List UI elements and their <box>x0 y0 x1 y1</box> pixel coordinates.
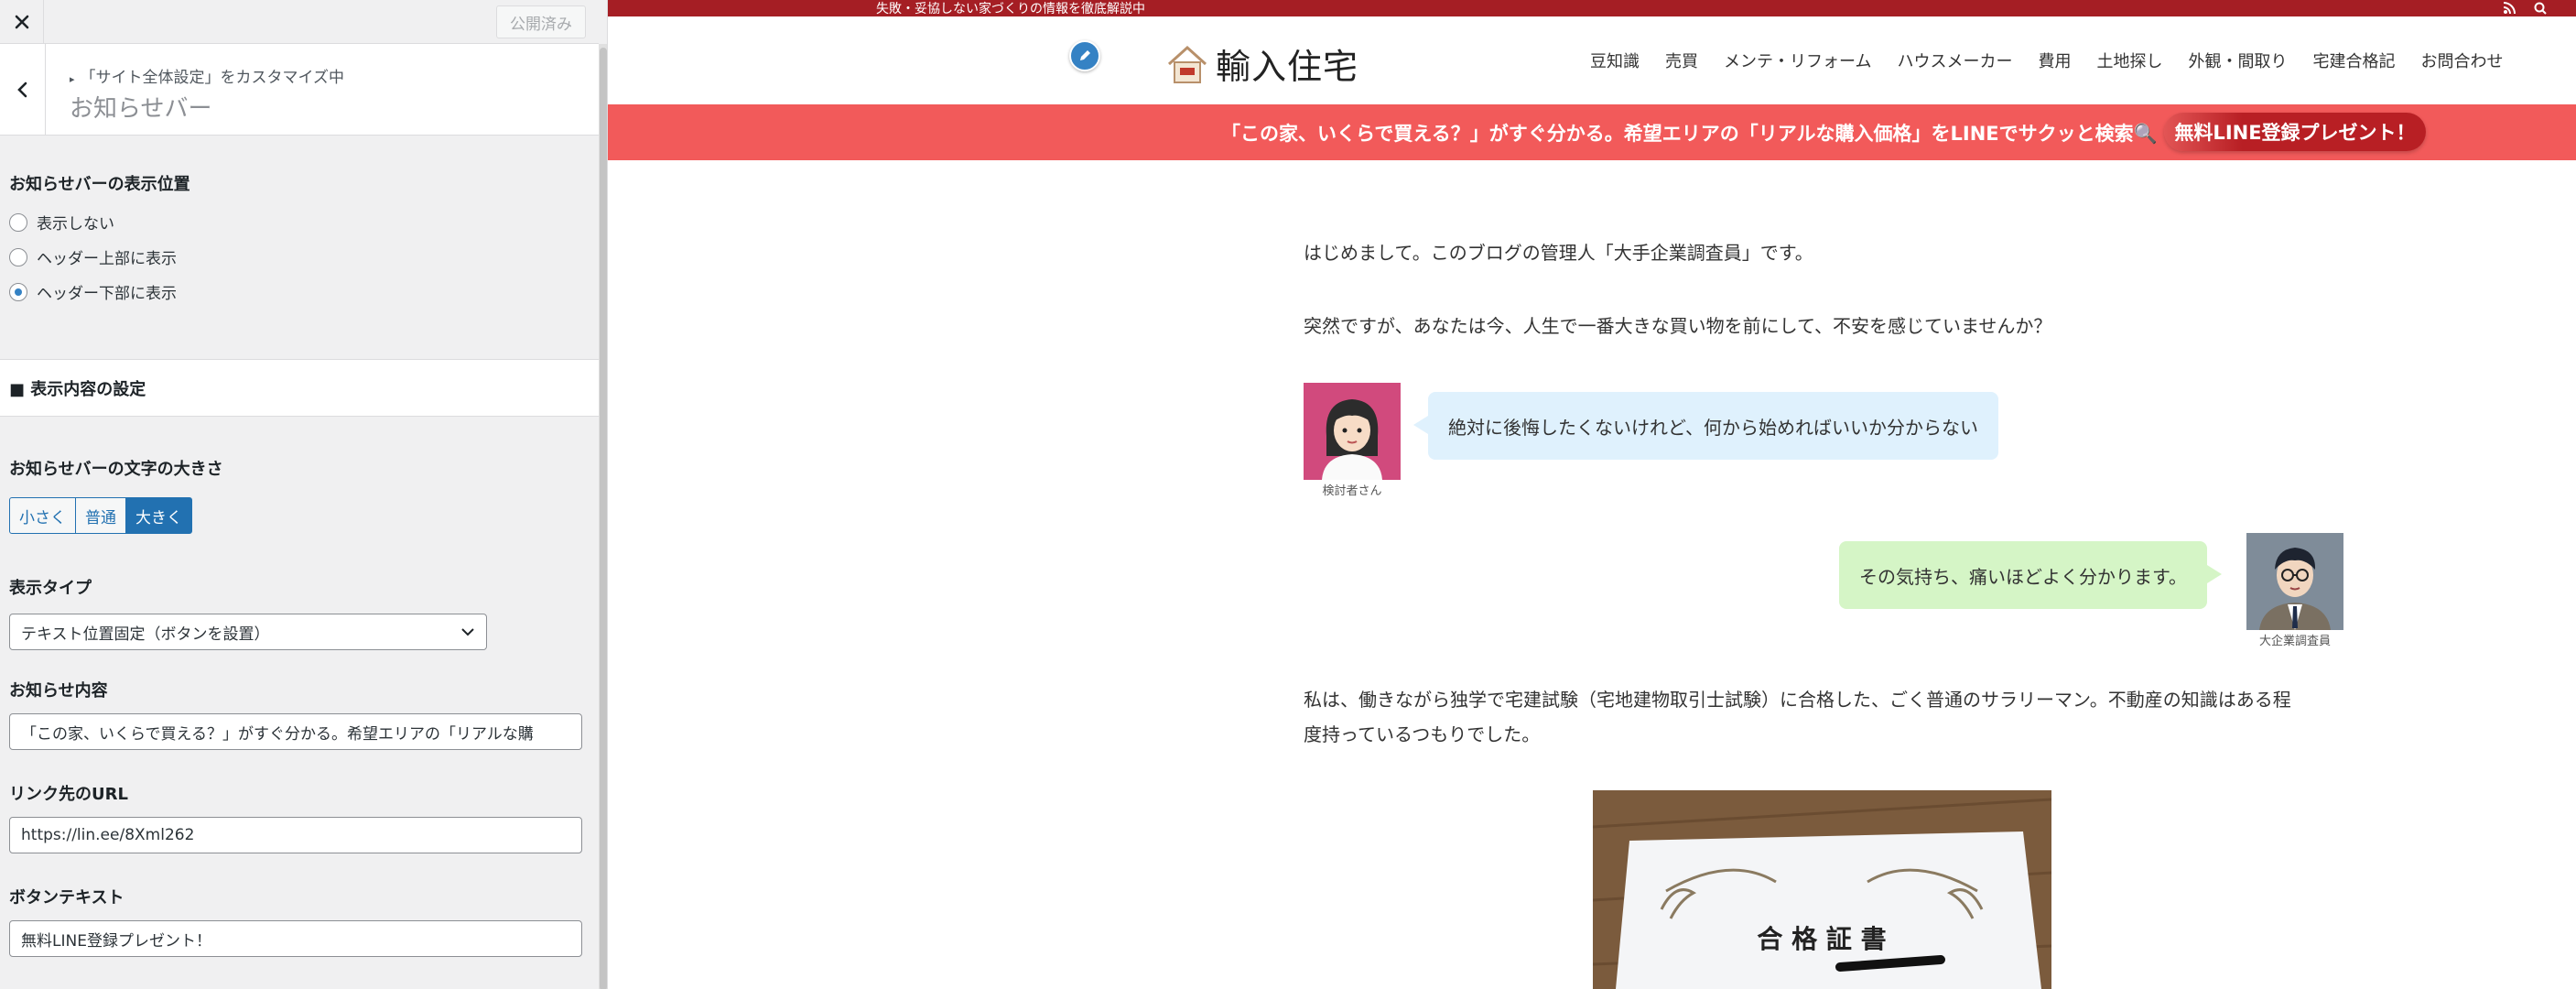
panel-scrollbar[interactable] <box>599 44 607 989</box>
nav-item-contact[interactable]: お問合わせ <box>2408 49 2516 72</box>
site-topbar: 失敗・妥協しない家づくりの情報を徹底解説中 <box>608 0 2576 16</box>
close-icon <box>15 15 28 29</box>
background-paragraph-line1: 私は、働きながら独学で宅建試験（宅地建物取引士試験）に合格した、ごく普通のサラリ… <box>1304 689 2291 711</box>
radio-label: ヘッダー上部に表示 <box>37 250 177 268</box>
question-paragraph: 突然ですが、あなたは今、人生で一番大きな買い物を前にして、不安を感じていませんか… <box>1304 315 2052 337</box>
nav-item-buying[interactable]: 売買 <box>1652 49 1711 72</box>
link-url-label: リンク先のURL <box>9 785 128 804</box>
speech-bubble-left: 絶対に後悔したくないけれど、何から始めればいいか分からない <box>1413 392 1998 460</box>
customizer-topbar: 公開済み <box>0 0 599 44</box>
link-url-input[interactable]: https://lin.ee/8Xml262 <box>9 817 582 853</box>
close-customizer-button[interactable] <box>0 0 44 44</box>
nav-item-costs[interactable]: 費用 <box>2025 49 2084 72</box>
avatar-caption: 大企業調査員 <box>2258 635 2331 648</box>
site-logo[interactable]: 輸入住宅 <box>1166 38 1358 89</box>
button-text-input[interactable]: 無料LINE登録プレゼント！ <box>9 920 582 957</box>
pencil-icon <box>1080 50 1090 60</box>
man-avatar <box>2246 533 2343 630</box>
nav-item-takken[interactable]: 宅建合格記 <box>2300 49 2408 72</box>
notice-bar[interactable]: 「この家、いくらで買える？」がすぐ分かる。希望エリアの「リアルな購入価格」をLI… <box>608 104 2576 160</box>
main-nav: 豆知識 売買 メンテ・リフォーム ハウスメーカー 費用 土地探し 外観・間取り … <box>1577 16 2516 104</box>
size-small-button[interactable]: 小さく <box>9 497 76 534</box>
notice-content-label: お知らせ内容 <box>9 681 108 701</box>
speech-bubble-right: その気持ち、痛いほどよく分かります。 <box>1839 541 2222 609</box>
edit-shortcut-button[interactable] <box>1069 40 1100 71</box>
notice-text: 「この家、いくらで買える？」がすぐ分かる。希望エリアの「リアルな購入価格」をLI… <box>1221 122 2158 145</box>
site-preview: 失敗・妥協しない家づくりの情報を徹底解説中 輸入住宅 豆知識 売買 メンテ・リフ… <box>608 0 2576 989</box>
avatar-caption: 検討者さん <box>1322 484 1382 498</box>
nav-item-exterior-layout[interactable]: 外観・間取り <box>2175 49 2300 72</box>
font-size-label: お知らせバーの文字の大きさ <box>9 460 223 479</box>
radio-circle-selected[interactable] <box>9 282 27 301</box>
woman-avatar <box>1304 383 1401 480</box>
notice-content-input[interactable]: 「この家、いくらで買える？」がすぐ分かる。希望エリアの「リアルな購 <box>9 713 582 750</box>
topbar-tagline: 失敗・妥協しない家づくりの情報を徹底解説中 <box>876 2 1145 16</box>
button-text-label: ボタンテキスト <box>9 888 124 907</box>
radio-below-header[interactable]: ヘッダー下部に表示 <box>9 280 177 303</box>
search-icon[interactable] <box>2534 2 2547 15</box>
breadcrumb-text: 「サイト全体設定」をカスタマイズ中 <box>80 69 345 87</box>
rss-icon[interactable] <box>2503 2 2516 15</box>
logo-text: 輸入住宅 <box>1216 47 1359 87</box>
display-type-label: 表示タイプ <box>9 579 92 598</box>
nav-item-maintenance[interactable]: メンテ・リフォーム <box>1711 49 1884 72</box>
background-paragraph-line2: 度持っているつもりでした。 <box>1304 723 1541 745</box>
radio-circle[interactable] <box>9 212 27 232</box>
font-size-button-group: 小さく 普通 大きく <box>9 497 192 534</box>
radio-label: ヘッダー下部に表示 <box>37 285 177 303</box>
house-logo-icon <box>1167 45 1207 83</box>
article-content: はじめまして。このブログの管理人「大手企業調査員」です。 突然ですが、あなたは今… <box>1304 160 2365 989</box>
back-button[interactable] <box>0 44 46 136</box>
intro-paragraph: はじめまして。このブログの管理人「大手企業調査員」です。 <box>1304 242 1813 264</box>
topbar-icons <box>2503 0 2547 16</box>
breadcrumb: ▸ 「サイト全体設定」をカスタマイズ中 <box>70 64 344 87</box>
nav-item-land[interactable]: 土地探し <box>2084 49 2175 72</box>
display-type-value: テキスト位置固定（ボタンを設置） <box>21 625 270 644</box>
nav-item-basics[interactable]: 豆知識 <box>1577 49 1652 72</box>
section-title: お知らせバー <box>70 95 212 123</box>
position-label: お知らせバーの表示位置 <box>9 175 190 194</box>
radio-label: 表示しない <box>37 215 114 234</box>
size-normal-button[interactable]: 普通 <box>75 497 126 534</box>
radio-above-header[interactable]: ヘッダー上部に表示 <box>9 245 177 268</box>
display-type-select[interactable]: テキスト位置固定（ボタンを設置） <box>9 614 487 650</box>
customizer-panel: 公開済み ▸ 「サイト全体設定」をカスタマイズ中 お知らせバー お知らせバーの表示… <box>0 0 608 989</box>
publish-button[interactable]: 公開済み <box>496 5 586 38</box>
chevron-left-icon <box>16 82 27 98</box>
radio-hide[interactable]: 表示しない <box>9 211 114 234</box>
radio-circle[interactable] <box>9 247 27 266</box>
certificate-title: 合 格 証 書 <box>1757 924 1886 954</box>
site-header: 輸入住宅 豆知識 売買 メンテ・リフォーム ハウスメーカー 費用 土地探し 外観… <box>608 16 2576 104</box>
section-header: ▸ 「サイト全体設定」をカスタマイズ中 お知らせバー <box>0 44 599 136</box>
content-settings-heading: ■ 表示内容の設定 <box>0 359 599 417</box>
notice-cta-button[interactable]: 無料LINE登録プレゼント！ <box>2164 113 2426 151</box>
caret-icon: ▸ <box>70 73 75 85</box>
nav-item-house-makers[interactable]: ハウスメーカー <box>1884 49 2025 72</box>
size-large-button[interactable]: 大きく <box>125 497 192 534</box>
scrollbar-thumb[interactable] <box>600 48 607 989</box>
chevron-down-icon <box>461 628 474 636</box>
certificate-photo: 合 格 証 書 <box>1593 790 2051 989</box>
